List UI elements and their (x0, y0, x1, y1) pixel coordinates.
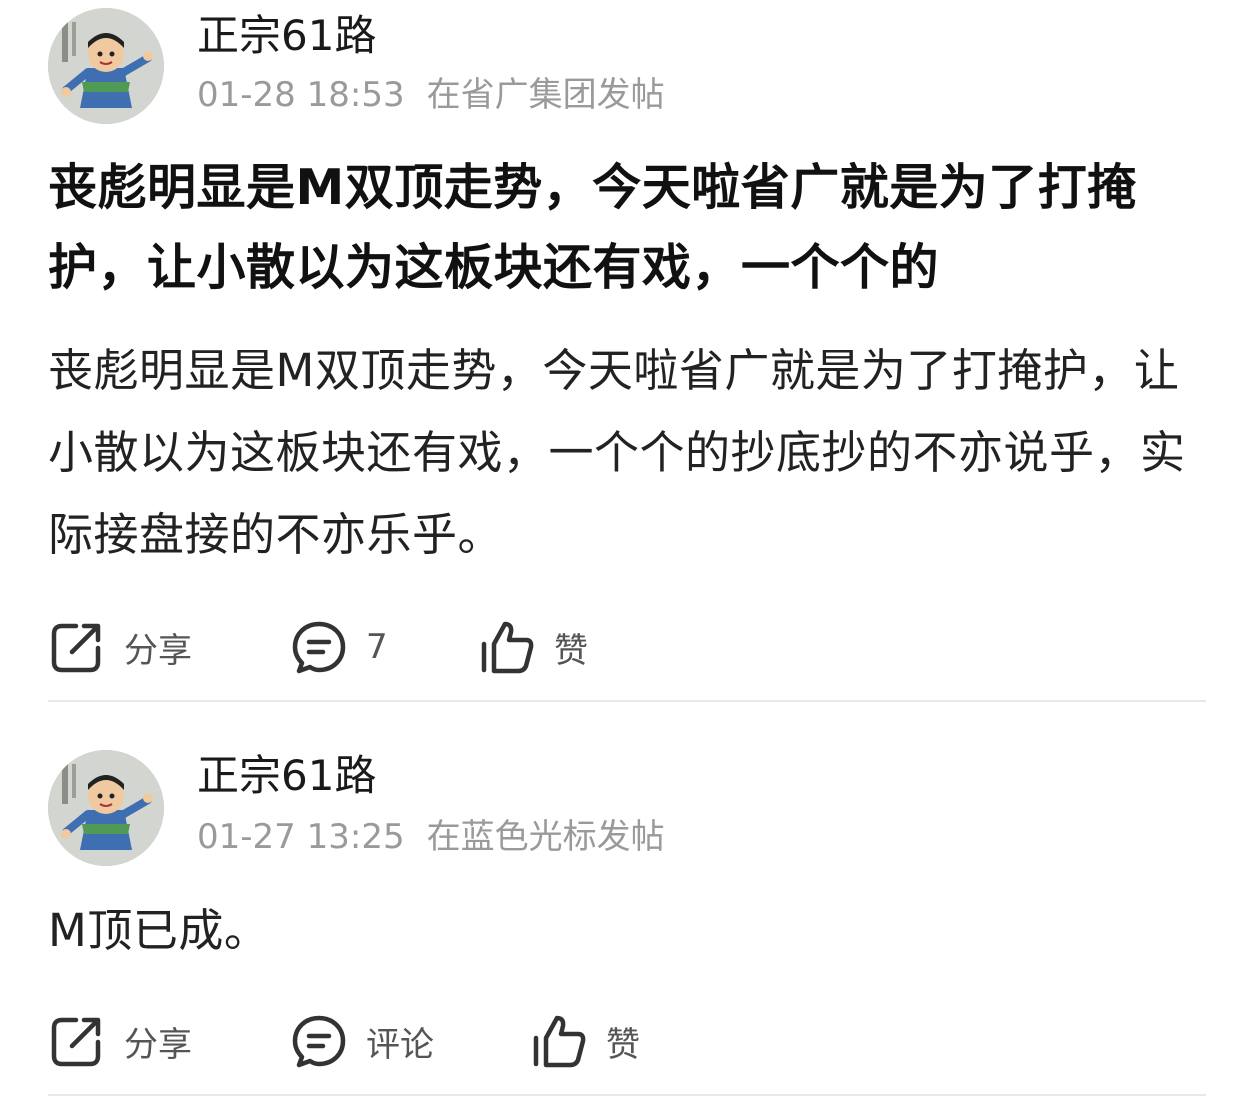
avatar[interactable] (48, 8, 164, 124)
action-bar: 分享 评论 赞 (0, 1006, 1256, 1076)
comment-icon (292, 1015, 346, 1068)
post-card[interactable]: 正宗61路 01-27 13:25 在蓝色光标发帖 M顶已成。 分享 评论 赞 (0, 702, 1256, 1103)
share-label: 分享 (124, 1024, 192, 1065)
share-label: 分享 (124, 630, 192, 671)
comment-button[interactable]: 评论 (290, 1006, 434, 1076)
author-name[interactable]: 正宗61路 (197, 750, 376, 802)
thumbs-up-icon (533, 1015, 586, 1068)
like-label: 赞 (606, 1024, 640, 1065)
post-card[interactable]: 正宗61路 01-28 18:53 在省广集团发帖 丧彪明显是M双顶走势，今天啦省… (0, 0, 1256, 702)
cartoon-avatar-icon (48, 8, 164, 124)
post-meta: 01-27 13:25 在蓝色光标发帖 (197, 816, 665, 858)
post-location[interactable]: 在省广集团发帖 (427, 75, 665, 115)
comment-label: 评论 (366, 1024, 434, 1065)
author-name[interactable]: 正宗61路 (197, 10, 376, 62)
cartoon-avatar-icon (48, 750, 164, 866)
thumbs-up-icon (481, 621, 534, 674)
share-button[interactable]: 分享 (48, 1006, 192, 1076)
post-time: 01-28 18:53 (197, 75, 405, 115)
like-label: 赞 (554, 630, 588, 671)
comment-count: 7 (366, 627, 388, 667)
avatar[interactable] (48, 750, 164, 866)
post-body[interactable]: M顶已成。 (48, 890, 1198, 972)
post-time: 01-27 13:25 (197, 817, 405, 857)
post-body[interactable]: 丧彪明显是M双顶走势，今天啦省广就是为了打掩护，让小散以为这板块还有戏，一个个的… (48, 330, 1198, 576)
comment-button[interactable]: 7 (290, 612, 388, 682)
share-button[interactable]: 分享 (48, 612, 192, 682)
divider (48, 1094, 1206, 1096)
share-icon (51, 623, 101, 673)
share-icon (51, 1017, 101, 1067)
like-button[interactable]: 赞 (478, 612, 588, 682)
comment-icon (292, 621, 346, 674)
post-feed: 正宗61路 01-28 18:53 在省广集团发帖 丧彪明显是M双顶走势，今天啦省… (0, 0, 1256, 1103)
post-meta: 01-28 18:53 在省广集团发帖 (197, 74, 665, 116)
action-bar: 分享 7 赞 (0, 612, 1256, 682)
post-location[interactable]: 在蓝色光标发帖 (427, 817, 665, 857)
post-title[interactable]: 丧彪明显是M双顶走势，今天啦省广就是为了打掩护，让小散以为这板块还有戏，一个个的 (48, 148, 1198, 308)
like-button[interactable]: 赞 (530, 1006, 640, 1076)
